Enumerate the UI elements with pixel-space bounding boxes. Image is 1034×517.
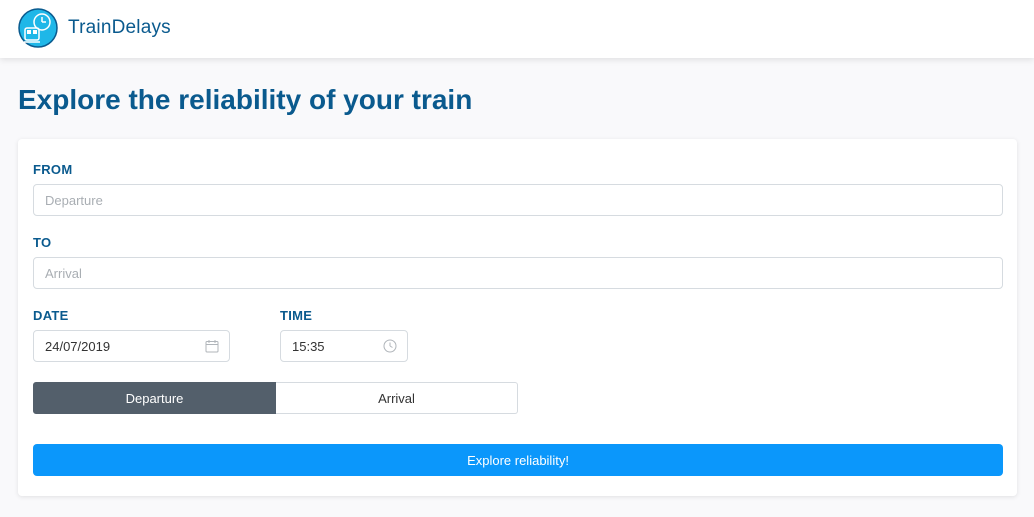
clock-icon[interactable]: [383, 339, 397, 353]
explore-reliability-button[interactable]: Explore reliability!: [33, 444, 1003, 476]
toggle-departure-option[interactable]: Departure: [33, 382, 276, 414]
time-label: TIME: [280, 308, 313, 323]
date-input[interactable]: 24/07/2019: [33, 330, 230, 362]
from-placeholder: Departure: [45, 192, 103, 208]
calendar-icon[interactable]: [205, 339, 219, 353]
time-input[interactable]: 15:35: [280, 330, 408, 362]
top-navbar: TrainDelays: [0, 0, 1034, 58]
page-title: Explore the reliability of your train: [18, 84, 473, 115]
to-label: TO: [33, 235, 52, 250]
train-clock-logo-icon[interactable]: [18, 8, 58, 48]
toggle-arrival-option[interactable]: Arrival: [276, 382, 518, 414]
to-arrival-input[interactable]: Arrival: [33, 257, 1003, 289]
from-departure-input[interactable]: Departure: [33, 184, 1003, 216]
time-value: 15:35: [292, 338, 325, 354]
search-form-card: FROM Departure TO Arrival DATE 24/07/201…: [18, 139, 1017, 496]
app-brand-name[interactable]: TrainDelays: [68, 17, 171, 39]
from-label: FROM: [33, 162, 73, 177]
to-placeholder: Arrival: [45, 265, 82, 281]
departure-arrival-toggle: Departure Arrival: [33, 382, 518, 414]
date-label: DATE: [33, 308, 69, 323]
date-value: 24/07/2019: [45, 338, 111, 354]
